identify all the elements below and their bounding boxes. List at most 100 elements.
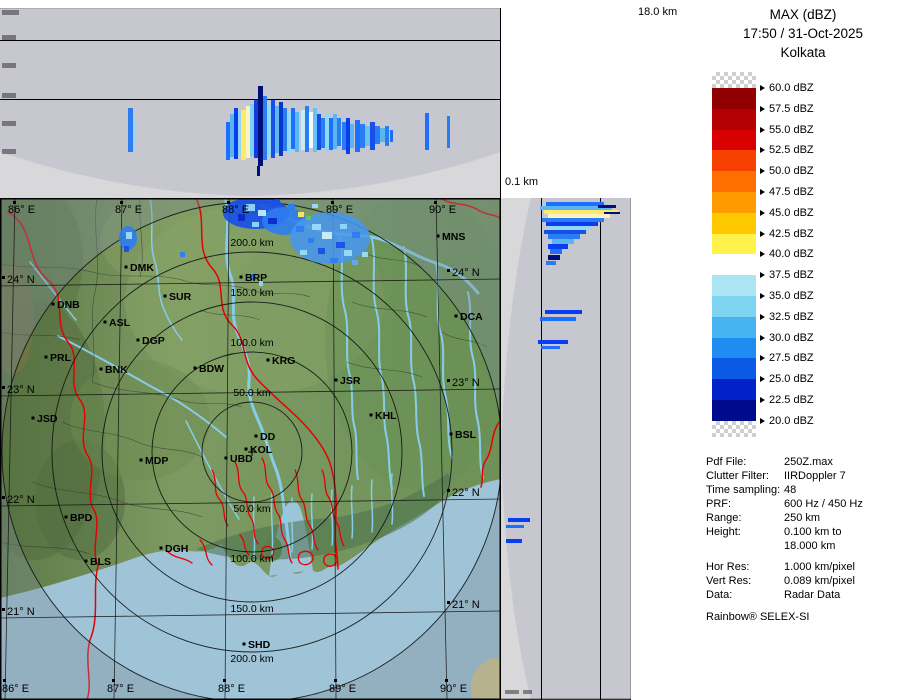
legend-color-swatch (712, 316, 756, 339)
svg-text:24° N: 24° N (452, 267, 480, 279)
svg-text:BSL: BSL (455, 429, 477, 441)
legend-level-label: 32.5 dBZ (760, 311, 814, 323)
legend-color-swatch (712, 233, 756, 255)
legend-color-swatch (712, 88, 756, 110)
svg-text:90° E: 90° E (429, 204, 456, 216)
level-arrow-icon (760, 251, 765, 258)
svg-text:BNK: BNK (105, 364, 128, 376)
svg-text:21° N: 21° N (7, 606, 35, 618)
legend-level-label: 50.0 dBZ (760, 165, 814, 177)
legend-color-swatch (712, 254, 756, 276)
legend-color-swatch (712, 358, 756, 380)
svg-text:90° E: 90° E (440, 683, 467, 695)
metadata-row: Height: 0.100 km to (706, 526, 842, 538)
level-arrow-icon (760, 189, 765, 195)
product-datetime: 17:50 / 31-Oct-2025 (742, 26, 864, 41)
svg-text:150.0 km: 150.0 km (230, 603, 273, 615)
legend-level-label: 25.0 dBZ (760, 373, 814, 385)
svg-text:SHD: SHD (248, 639, 271, 651)
legend-level-label: 22.5 dBZ (760, 394, 814, 406)
height-axis-min-label: 0.1 km (505, 176, 539, 188)
level-arrow-icon (760, 293, 765, 299)
metadata-row: Vert Res: 0.089 km/pixel (706, 575, 855, 587)
xz-scan-area (0, 8, 501, 198)
legend-level-label: 30.0 dBZ (760, 332, 814, 344)
level-arrow-icon (760, 105, 765, 112)
svg-text:88° E: 88° E (218, 683, 245, 695)
svg-text:BRP: BRP (245, 272, 267, 284)
level-arrow-icon (760, 376, 765, 383)
svg-text:200.0 km: 200.0 km (230, 653, 273, 665)
level-arrow-icon (760, 417, 765, 424)
radar-map-panel: 200.0 km 150.0 km 100.0 km 50.0 km 50.0 km 10… (0, 198, 501, 700)
legend-level-label: 60.0 dBZ (760, 82, 814, 94)
svg-text:150.0 km: 150.0 km (230, 287, 273, 299)
legend-header: MAX (dBZ) 17:50 / 31-Oct-2025 Kolkata (700, 5, 906, 62)
svg-text:100.0 km: 100.0 km (230, 553, 273, 565)
yz-cross-section-canvas (501, 198, 631, 700)
svg-text:50.0 km: 50.0 km (233, 503, 271, 515)
radar-display: 200.0 km 150.0 km 100.0 km 50.0 km 50.0 km 10… (0, 0, 906, 700)
legend-level-label: 57.5 dBZ (760, 103, 814, 115)
level-arrow-icon (760, 334, 765, 341)
svg-text:BPD: BPD (70, 512, 93, 524)
level-arrow-icon (760, 230, 765, 237)
svg-text:KHL: KHL (375, 410, 397, 422)
legend-level-label: 47.5 dBZ (760, 186, 814, 198)
legend-color-swatch (712, 212, 756, 235)
yz-scan-area (501, 198, 631, 700)
svg-text:DGP: DGP (142, 335, 165, 347)
legend-level-label: 45.0 dBZ (760, 207, 814, 219)
metadata-row: Data: Radar Data (706, 589, 841, 601)
legend-level-label: 40.0 dBZ (760, 248, 814, 260)
product-metadata: Pdf File: 250Z.max Clutter Filter: IIRDoppl… (706, 455, 904, 624)
station-name: Kolkata (780, 45, 826, 60)
level-arrow-icon (760, 85, 765, 91)
level-arrow-icon (760, 168, 765, 175)
metadata-row: PRF: 600 Hz / 450 Hz (706, 498, 863, 510)
svg-text:JSD: JSD (37, 413, 58, 425)
metadata-row: Hor Res: 1.000 km/pixel (706, 561, 855, 573)
svg-text:100.0 km: 100.0 km (230, 337, 273, 349)
legend-color-swatch (712, 150, 756, 172)
metadata-row: 18.000 km (784, 540, 836, 552)
legend-color-swatch (712, 192, 756, 214)
legend-level-label: 35.0 dBZ (760, 290, 814, 302)
legend-color-swatch (712, 129, 756, 151)
legend-level-label: 55.0 dBZ (760, 124, 814, 136)
legend-color-swatch (712, 275, 756, 297)
svg-text:KOL: KOL (250, 444, 273, 456)
svg-text:23° N: 23° N (7, 384, 35, 396)
legend-color-swatch (712, 296, 756, 318)
svg-text:MDP: MDP (145, 455, 168, 467)
legend-color-swatch (712, 337, 756, 359)
svg-text:200.0 km: 200.0 km (230, 237, 273, 249)
product-title: MAX (dBZ) (769, 7, 837, 22)
svg-text:22° N: 22° N (7, 494, 35, 506)
legend-level-label: 27.5 dBZ (760, 352, 814, 364)
level-arrow-icon (760, 313, 765, 320)
svg-text:JSR: JSR (340, 375, 361, 387)
svg-text:DGH: DGH (165, 543, 188, 555)
svg-text:50.0 km: 50.0 km (233, 387, 271, 399)
legend-color-swatch (712, 108, 756, 131)
svg-text:BLS: BLS (90, 556, 111, 568)
xz-cross-section-canvas (0, 0, 501, 198)
legend-cap-top (712, 72, 756, 88)
metadata-row: Pdf File: 250Z.max (706, 456, 833, 468)
level-arrow-icon (760, 397, 765, 403)
svg-text:21° N: 21° N (452, 599, 480, 611)
legend-level-label: 42.5 dBZ (760, 228, 814, 240)
svg-text:23° N: 23° N (452, 377, 480, 389)
legend-color-swatch (712, 171, 756, 193)
svg-text:PRL: PRL (50, 352, 72, 364)
software-brand: Rainbow® SELEX-SI (706, 611, 810, 623)
level-arrow-icon (760, 272, 765, 279)
legend-level-label: 52.5 dBZ (760, 144, 814, 156)
svg-text:89° E: 89° E (329, 683, 356, 695)
svg-text:DMK: DMK (130, 262, 154, 274)
svg-text:SUR: SUR (169, 291, 192, 303)
svg-text:87° E: 87° E (107, 683, 134, 695)
metadata-row: Clutter Filter: IIRDoppler 7 (706, 470, 846, 482)
svg-text:22° N: 22° N (452, 487, 480, 499)
